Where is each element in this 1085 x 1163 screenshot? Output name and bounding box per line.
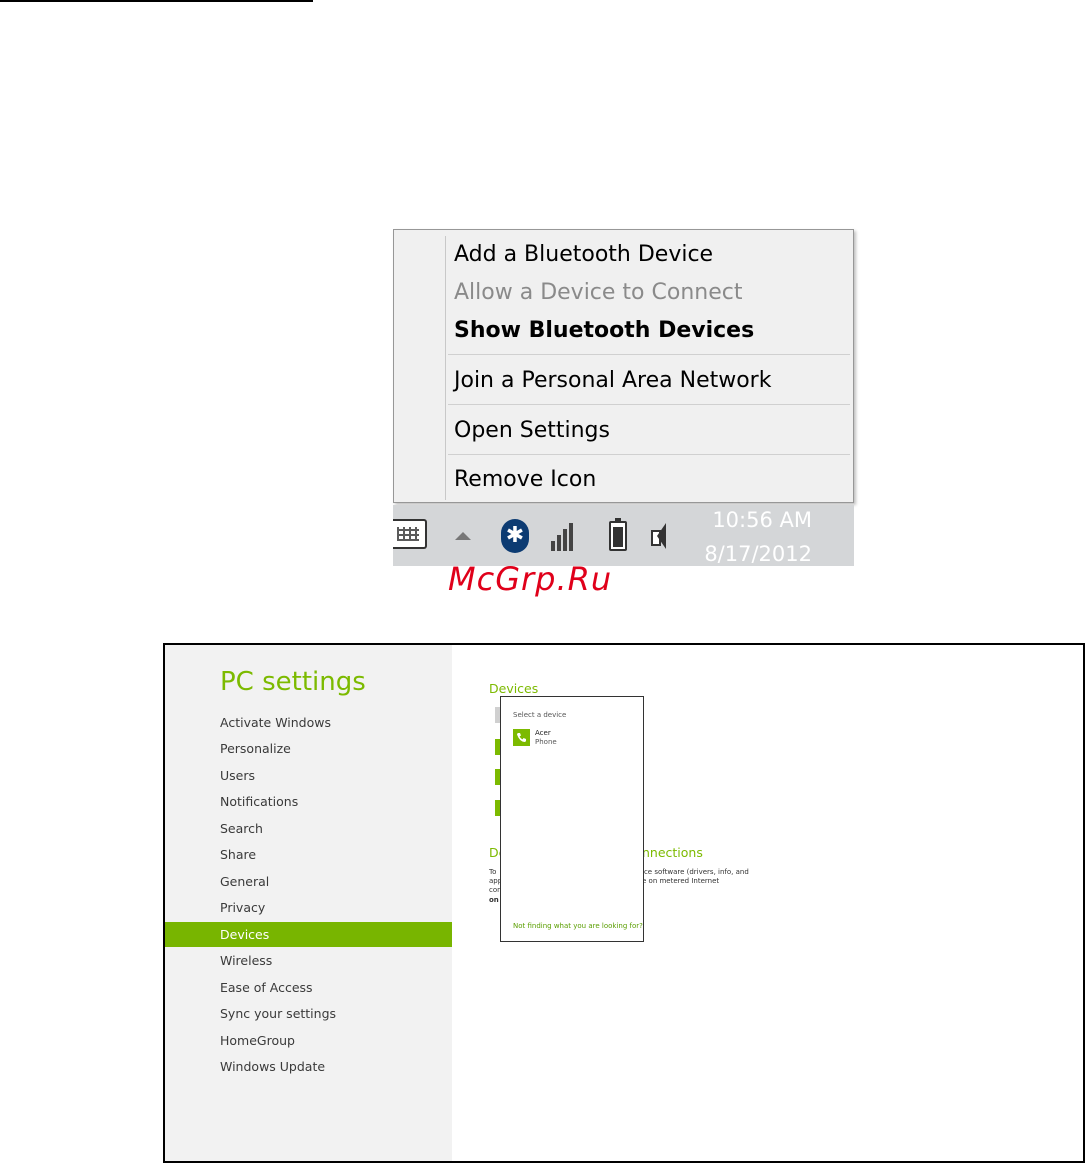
select-device-flyout: Select a device Acer Phone Not finding w…: [500, 696, 644, 942]
pc-settings-screenshot: PC settings Activate Windows Personalize…: [163, 643, 1085, 1163]
metered-connections-heading-tail: nnections: [642, 845, 703, 860]
signal-icon[interactable]: [547, 519, 577, 551]
nav-item-privacy[interactable]: Privacy: [165, 895, 452, 920]
bluetooth-context-menu: Add a Bluetooth Device Allow a Device to…: [393, 229, 854, 503]
show-hidden-icons-arrow[interactable]: [455, 532, 471, 540]
not-finding-link[interactable]: Not finding what you are looking for?: [513, 922, 643, 930]
device-name[interactable]: Acer: [535, 729, 551, 737]
menu-item-join-personal-area-network[interactable]: Join a Personal Area Network: [454, 363, 771, 399]
clock-date[interactable]: 8/17/2012: [682, 542, 812, 566]
watermark: McGrp.Ru: [448, 560, 613, 598]
menu-item-remove-icon[interactable]: Remove Icon: [454, 462, 596, 498]
device-type: Phone: [535, 738, 557, 746]
speaker-icon[interactable]: [651, 522, 667, 550]
nav-item-general[interactable]: General: [165, 869, 452, 894]
nav-item-personalize[interactable]: Personalize: [165, 736, 452, 761]
menu-item-allow-device-to-connect: Allow a Device to Connect: [454, 280, 743, 305]
devices-heading: Devices: [489, 681, 539, 696]
bluetooth-tray-screenshot: Add a Bluetooth Device Allow a Device to…: [393, 229, 854, 566]
menu-separator: [448, 404, 850, 405]
nav-item-search[interactable]: Search: [165, 816, 452, 841]
page-title: PC settings: [220, 667, 366, 697]
nav-item-users[interactable]: Users: [165, 763, 452, 788]
menu-item-add-bluetooth-device[interactable]: Add a Bluetooth Device: [454, 237, 713, 273]
nav-item-notifications[interactable]: Notifications: [165, 789, 452, 814]
pc-settings-content: Devices De nnections To app con on ice s…: [452, 645, 1083, 1161]
menu-item-open-settings[interactable]: Open Settings: [454, 413, 610, 449]
connections-text: e on metered Internet: [642, 877, 720, 885]
bluetooth-icon[interactable]: ✱: [501, 519, 529, 553]
toggle-state-text: on: [489, 896, 499, 904]
nav-item-ease-of-access[interactable]: Ease of Access: [165, 975, 452, 1000]
top-rule: [0, 0, 313, 2]
clock-time[interactable]: 10:56 AM: [682, 508, 812, 532]
battery-icon[interactable]: [609, 518, 627, 551]
nav-item-windows-update[interactable]: Windows Update: [165, 1054, 452, 1079]
menu-separator: [448, 354, 850, 355]
menu-gutter: [445, 236, 446, 500]
nav-item-sync-your-settings[interactable]: Sync your settings: [165, 1001, 452, 1026]
connections-text: To: [489, 868, 497, 876]
connections-text: ice software (drivers, info, and: [642, 868, 749, 876]
keyboard-icon[interactable]: [393, 519, 427, 549]
flyout-title: Select a device: [513, 711, 567, 719]
nav-item-devices[interactable]: Devices: [165, 922, 452, 947]
pc-settings-sidebar: PC settings Activate Windows Personalize…: [165, 645, 452, 1161]
nav-item-homegroup[interactable]: HomeGroup: [165, 1028, 452, 1053]
taskbar-tray: ✱ 10:56 AM 8/17/2012: [393, 505, 854, 566]
nav-item-share[interactable]: Share: [165, 842, 452, 867]
menu-separator: [448, 454, 850, 455]
nav-item-wireless[interactable]: Wireless: [165, 948, 452, 973]
phone-icon[interactable]: [513, 729, 530, 746]
nav-item-activate-windows[interactable]: Activate Windows: [165, 710, 452, 735]
menu-item-show-bluetooth-devices[interactable]: Show Bluetooth Devices: [454, 313, 754, 349]
